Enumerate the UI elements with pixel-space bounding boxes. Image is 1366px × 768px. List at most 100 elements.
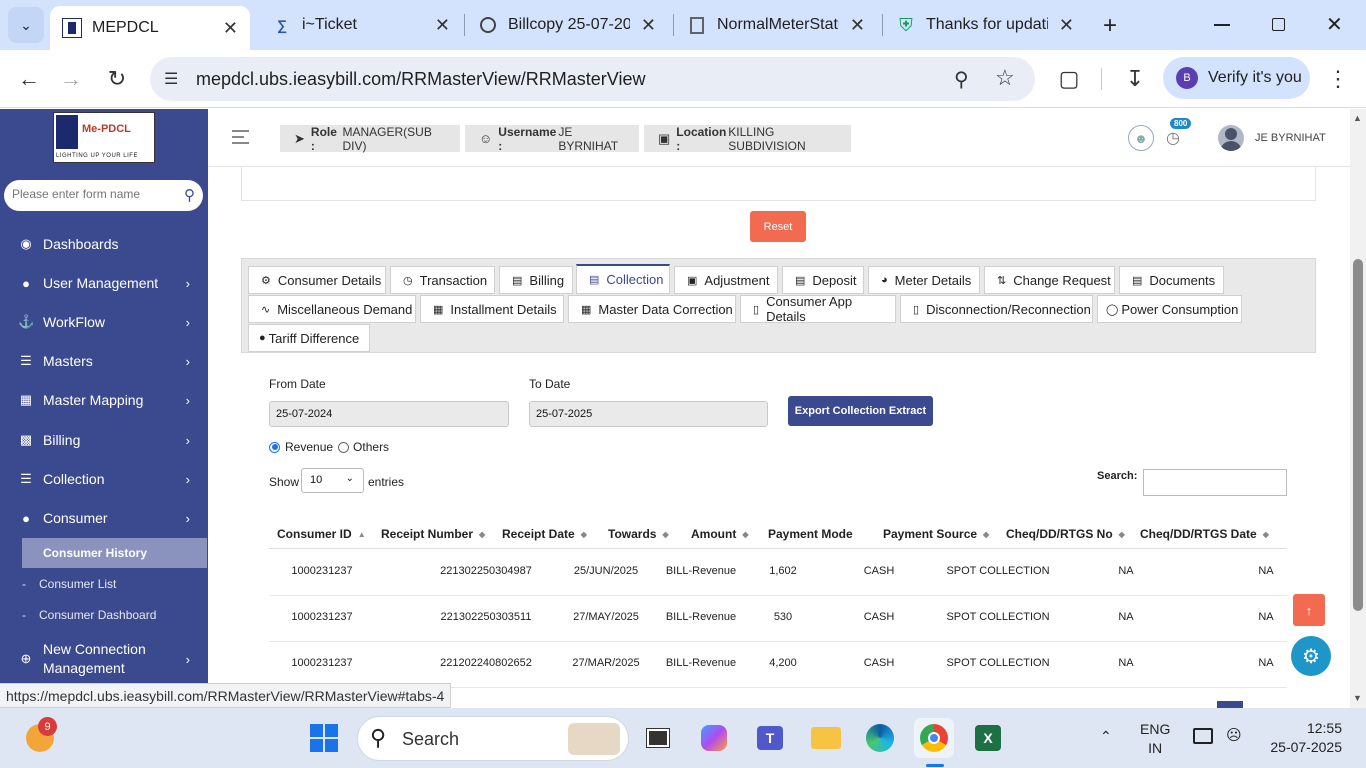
forward-icon[interactable]: → — [58, 66, 84, 92]
tab-disconnection-reconnection[interactable]: ▯ Disconnection/Reconnection — [900, 295, 1093, 323]
sidebar-item-dashboards[interactable]: ◉ Dashboards — [0, 229, 208, 259]
zoom-icon[interactable]: ⚲ — [954, 67, 969, 92]
tab-iticket[interactable]: ∑ i~Ticket ✕ — [262, 0, 462, 50]
scrollbar-thumb[interactable] — [1353, 259, 1363, 611]
file-explorer-icon[interactable] — [806, 718, 846, 758]
col-payment-mode[interactable]: Payment Mode — [768, 519, 853, 549]
sidebar-item-workflow[interactable]: ⚓ WorkFlow › — [0, 307, 208, 337]
reload-icon[interactable]: ↻ — [104, 66, 130, 92]
tab-installment-details[interactable]: ▦ Installment Details — [420, 295, 564, 323]
minimize-icon[interactable] — [1214, 24, 1230, 26]
to-date-input[interactable] — [529, 401, 768, 427]
entries-select[interactable]: 10 ⌄ — [301, 468, 364, 493]
tab-tariff-difference[interactable]: ● Tariff Difference — [248, 324, 370, 352]
extensions-icon[interactable]: ▢ — [1056, 66, 1082, 92]
tab-normalmeter[interactable]: NormalMeterStatu ✕ — [677, 0, 877, 50]
sidebar-item-consumer[interactable]: ● Consumer › — [0, 503, 208, 533]
form-search-input[interactable] — [12, 187, 172, 201]
close-icon[interactable]: ✕ — [850, 15, 865, 36]
chrome-icon[interactable] — [914, 718, 954, 758]
new-tab-button[interactable]: + — [1096, 12, 1124, 40]
windows-start-icon[interactable] — [304, 718, 344, 758]
close-icon[interactable]: ✕ — [641, 15, 656, 36]
tab-master-data-correction[interactable]: ▦ Master Data Correction — [568, 295, 736, 323]
others-radio[interactable] — [338, 441, 350, 453]
sidebar-item-collection[interactable]: ☰ Collection › — [0, 464, 208, 494]
reset-button[interactable]: Reset — [750, 211, 806, 242]
hamburger-menu-icon[interactable] — [232, 130, 249, 144]
col-amount[interactable]: Amount ◆ — [691, 519, 748, 549]
tab-adjustment[interactable]: ▣ Adjustment — [674, 266, 778, 294]
col-receipt-date[interactable]: Receipt Date ◆ — [502, 519, 587, 549]
search-icon[interactable]: ⚲ — [184, 186, 195, 204]
verify-profile-button[interactable]: B Verify it's you — [1163, 57, 1310, 99]
tab-deposit[interactable]: ▤ Deposit — [782, 266, 864, 294]
sidebar-item-user-management[interactable]: ● User Management › — [0, 268, 208, 298]
group-users-icon[interactable]: ☻ — [1128, 125, 1154, 151]
tab-meter-details[interactable]: ◕ Meter Details — [868, 266, 980, 294]
tab-change-request[interactable]: ⇅ Change Request — [984, 266, 1115, 294]
tab-consumer-details[interactable]: ⚙ Consumer Details — [248, 266, 386, 294]
scroll-down-arrow-icon[interactable]: ▼ — [1353, 693, 1362, 703]
clock[interactable]: 12:55 25-07-2025 — [1262, 719, 1342, 757]
url-text[interactable]: mepdcl.ubs.ieasybill.com/RRMasterView/RR… — [196, 69, 645, 90]
scroll-up-arrow-icon[interactable]: ▲ — [1353, 113, 1362, 123]
settings-gear-button[interactable]: ⚙ — [1291, 636, 1331, 676]
tab-consumer-app-details[interactable]: ▯ Consumer App Details — [740, 294, 896, 324]
download-icon[interactable]: ↧ — [1122, 66, 1148, 92]
revenue-radio[interactable] — [269, 441, 280, 453]
tab-mepdcl[interactable]: MEPDCL ✕ — [50, 6, 250, 50]
volume-muted-icon[interactable]: ☹ — [1226, 726, 1242, 744]
sidebar-subitem-consumer-list[interactable]: - Consumer List — [22, 569, 207, 599]
copilot-icon[interactable] — [694, 718, 734, 758]
col-consumer-id[interactable]: Consumer ID ▲︎ — [277, 519, 366, 549]
close-icon[interactable]: ✕ — [223, 18, 238, 39]
tab-collection[interactable]: ▤ Collection — [576, 264, 670, 294]
col-towards[interactable]: Towards ◆ — [608, 519, 669, 549]
tab-miscellaneous-demand[interactable]: ∿ Miscellaneous Demand — [248, 295, 416, 323]
scroll-top-button[interactable]: ↑ — [1293, 594, 1325, 626]
restore-icon[interactable] — [1272, 18, 1285, 31]
col-receipt-number[interactable]: Receipt Number ◆ — [381, 519, 485, 549]
tab-thanks[interactable]: ⛨ Thanks for updati ✕ — [886, 0, 1086, 50]
menu-kebab-icon[interactable]: ⋮ — [1326, 66, 1350, 92]
close-icon[interactable]: ✕ — [1059, 15, 1074, 36]
export-collection-button[interactable]: Export Collection Extract — [788, 396, 933, 426]
avatar[interactable] — [1218, 125, 1244, 151]
excel-icon[interactable]: X — [968, 718, 1008, 758]
edge-icon[interactable] — [860, 718, 900, 758]
chevron-up-icon[interactable]: ⌃ — [1100, 728, 1112, 745]
taskbar-search[interactable]: ⚲ Search — [357, 716, 629, 761]
tab-transaction[interactable]: ◷ Transaction — [390, 266, 495, 294]
table-search-input[interactable] — [1143, 469, 1287, 496]
header-user-name[interactable]: JE BYRNIHAT — [1255, 132, 1326, 144]
back-icon[interactable]: ← — [16, 66, 42, 92]
tab-billing[interactable]: ▤ Billing — [499, 266, 573, 294]
network-icon[interactable] — [1193, 728, 1213, 744]
tab-search-button[interactable]: ⌄ — [8, 7, 44, 43]
tab-documents[interactable]: ▤ Documents — [1119, 266, 1224, 294]
sidebar-item-master-mapping[interactable]: ▦ Master Mapping › — [0, 385, 208, 415]
bookmark-star-icon[interactable]: ☆ — [995, 65, 1015, 91]
sidebar-item-billing[interactable]: ▩ Billing › — [0, 425, 208, 455]
sidebar-subitem-consumer-history[interactable]: Consumer History — [22, 538, 207, 568]
close-window-icon[interactable]: ✕ — [1326, 12, 1343, 37]
sidebar-item-masters[interactable]: ☰ Masters › — [0, 346, 208, 376]
col-cheq-date[interactable]: Cheq/DD/RTGS Date ◆ — [1140, 519, 1269, 549]
task-view-icon[interactable] — [638, 718, 678, 758]
pagination-active-page[interactable] — [1217, 701, 1243, 708]
from-date-input[interactable] — [269, 401, 509, 427]
tab-power-consumption[interactable]: ◯ Power Consumption — [1097, 295, 1242, 323]
history-clock-icon[interactable]: ◷ — [1166, 128, 1180, 148]
site-info-icon[interactable]: ☰ — [164, 69, 178, 89]
address-bar[interactable]: ☰ mepdcl.ubs.ieasybill.com/RRMasterView/… — [150, 57, 1035, 101]
col-cheq-no[interactable]: Cheq/DD/RTGS No ◆ — [1006, 519, 1125, 549]
page-scrollbar[interactable]: ▲ ▼ — [1350, 109, 1366, 708]
col-payment-source[interactable]: Payment Source ◆ — [883, 519, 989, 549]
teams-icon[interactable]: T — [750, 718, 790, 758]
sidebar-item-new-connection[interactable]: ⊕ New Connection Management › — [0, 639, 208, 679]
close-icon[interactable]: ✕ — [435, 15, 450, 36]
sidebar-subitem-consumer-dashboard[interactable]: - Consumer Dashboard — [22, 600, 207, 630]
tab-billcopy[interactable]: Billcopy 25-07-20 ✕ — [468, 0, 668, 50]
language-indicator[interactable]: ENG IN — [1140, 720, 1170, 758]
